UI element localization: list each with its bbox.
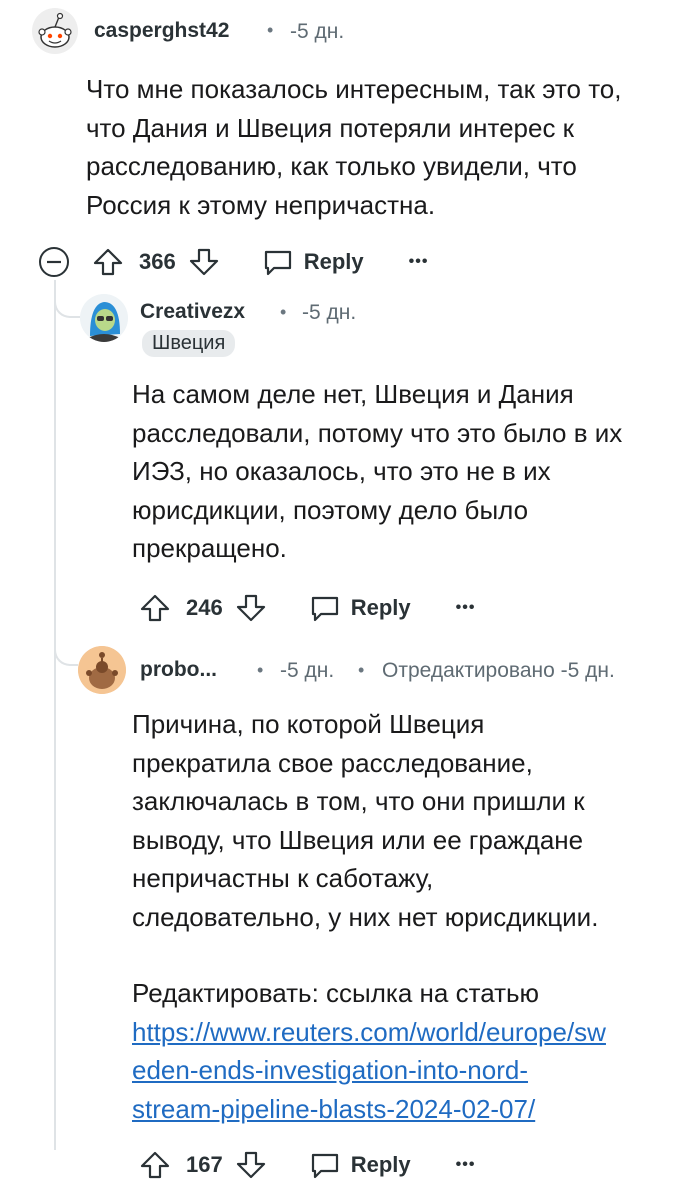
comment-actions: 246 Reply ••• xyxy=(139,590,475,626)
reply-button[interactable]: Reply xyxy=(309,1149,411,1181)
article-link[interactable]: https://www.reuters.com/world/europe/sw … xyxy=(132,1013,692,1129)
comment-body: Что мне показалось интересным, так это т… xyxy=(86,74,622,220)
comment-body: Причина, по которой Швеция прекратила св… xyxy=(132,705,692,1128)
comment-body: На самом деле нет, Швеция и Дания рассле… xyxy=(132,379,623,563)
edit-note: Редактировать: ссылка на статью xyxy=(132,978,540,1008)
comment-bubble-icon xyxy=(262,246,294,278)
snoo-avatar-icon xyxy=(32,8,78,54)
upvote-icon[interactable] xyxy=(139,1149,171,1181)
comment-actions: 167 Reply ••• xyxy=(139,1147,475,1183)
reply-button[interactable]: Reply xyxy=(309,592,411,624)
reply-label: Reply xyxy=(303,249,364,274)
separator-dot: • xyxy=(257,660,264,680)
avatar[interactable] xyxy=(78,646,126,694)
comment-username[interactable]: Creativezx xyxy=(140,300,245,324)
thread-connector xyxy=(54,280,80,318)
comment-timestamp: -5 дн. xyxy=(290,20,345,43)
reply-button[interactable]: Reply xyxy=(262,246,364,278)
downvote-icon[interactable] xyxy=(188,246,220,278)
vote-count: 366 xyxy=(139,249,176,274)
comment-username[interactable]: probo... xyxy=(140,658,217,682)
minus-circle-icon xyxy=(39,247,69,277)
avatar[interactable] xyxy=(80,294,128,342)
separator-dot: • xyxy=(267,20,274,40)
upvote-icon[interactable] xyxy=(92,246,124,278)
user-avatar-icon xyxy=(80,294,128,342)
comment-timestamp: -5 дн. xyxy=(280,659,335,682)
comment-bubble-icon xyxy=(309,1149,341,1181)
reply-label: Reply xyxy=(350,1152,411,1177)
downvote-icon[interactable] xyxy=(235,1149,267,1181)
comment-actions: 366 Reply ••• xyxy=(92,244,428,280)
reply-label: Reply xyxy=(350,595,411,620)
thread-line xyxy=(54,280,56,1150)
vote-count: 167 xyxy=(186,1152,223,1177)
user-flair: Швеция xyxy=(142,330,236,357)
more-options-button[interactable]: ••• xyxy=(409,253,429,271)
downvote-icon[interactable] xyxy=(235,592,267,624)
thread-connector xyxy=(54,628,78,666)
comment-bubble-icon xyxy=(309,592,341,624)
avatar[interactable] xyxy=(32,8,78,54)
comment-username[interactable]: casperghst42 xyxy=(94,19,229,43)
comment-timestamp: -5 дн. xyxy=(302,301,357,324)
snoo-avatar-icon xyxy=(78,646,126,694)
separator-dot: • xyxy=(280,302,287,322)
collapse-button[interactable] xyxy=(38,246,70,278)
vote-count: 246 xyxy=(186,595,223,620)
edited-label: Отредактировано -5 дн. xyxy=(382,659,615,682)
separator-dot: • xyxy=(358,660,365,680)
more-options-button[interactable]: ••• xyxy=(456,599,476,617)
upvote-icon[interactable] xyxy=(139,592,171,624)
more-options-button[interactable]: ••• xyxy=(456,1156,476,1174)
